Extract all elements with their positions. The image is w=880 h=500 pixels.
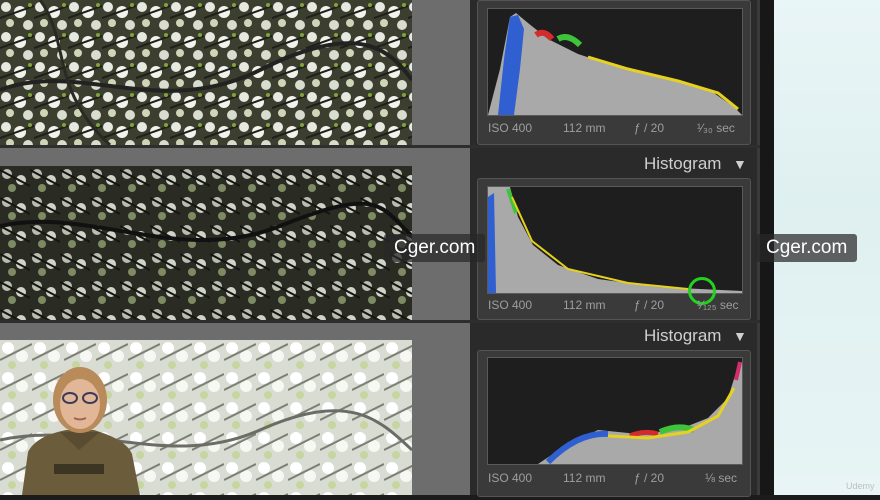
exif-iso: ISO 400 bbox=[488, 471, 533, 485]
histogram-header[interactable]: Histogram ▼ bbox=[470, 148, 760, 178]
udemy-brand: Udemy bbox=[846, 481, 875, 491]
instructor-webcam bbox=[14, 352, 144, 495]
exif-iso: ISO 400 bbox=[488, 298, 533, 312]
photo-under-exposure bbox=[0, 166, 412, 320]
histogram-title: Histogram bbox=[644, 154, 722, 173]
exif-iso: ISO 400 bbox=[488, 121, 533, 135]
histogram-plot-normal bbox=[487, 8, 743, 116]
exif-shutter-speed: ⅛ sec bbox=[705, 471, 738, 485]
histogram-plot-over bbox=[487, 357, 743, 465]
exif-aperture: ƒ / 20 bbox=[634, 121, 665, 135]
photo-normal-exposure bbox=[0, 0, 412, 145]
histogram-title: Histogram bbox=[644, 326, 722, 345]
exif-aperture: ƒ / 20 bbox=[634, 471, 665, 485]
exif-shutter-speed: ¹⁄₃₀ sec bbox=[697, 121, 735, 135]
collapse-triangle-icon[interactable]: ▼ bbox=[733, 328, 747, 344]
exif-focal-length: 112 mm bbox=[563, 121, 606, 135]
exif-shutter-speed: ¹⁄₁₂₅ sec bbox=[697, 298, 739, 312]
exif-focal-length: 112 mm bbox=[563, 471, 606, 485]
exif-focal-length: 112 mm bbox=[563, 298, 606, 312]
watermark-right: Cger.com bbox=[756, 234, 858, 262]
exif-aperture: ƒ / 20 bbox=[634, 298, 665, 312]
histogram-header[interactable]: Histogram ▼ bbox=[470, 322, 760, 350]
watermark-left: Cger.com bbox=[384, 234, 486, 262]
collapse-triangle-icon[interactable]: ▼ bbox=[733, 156, 747, 172]
